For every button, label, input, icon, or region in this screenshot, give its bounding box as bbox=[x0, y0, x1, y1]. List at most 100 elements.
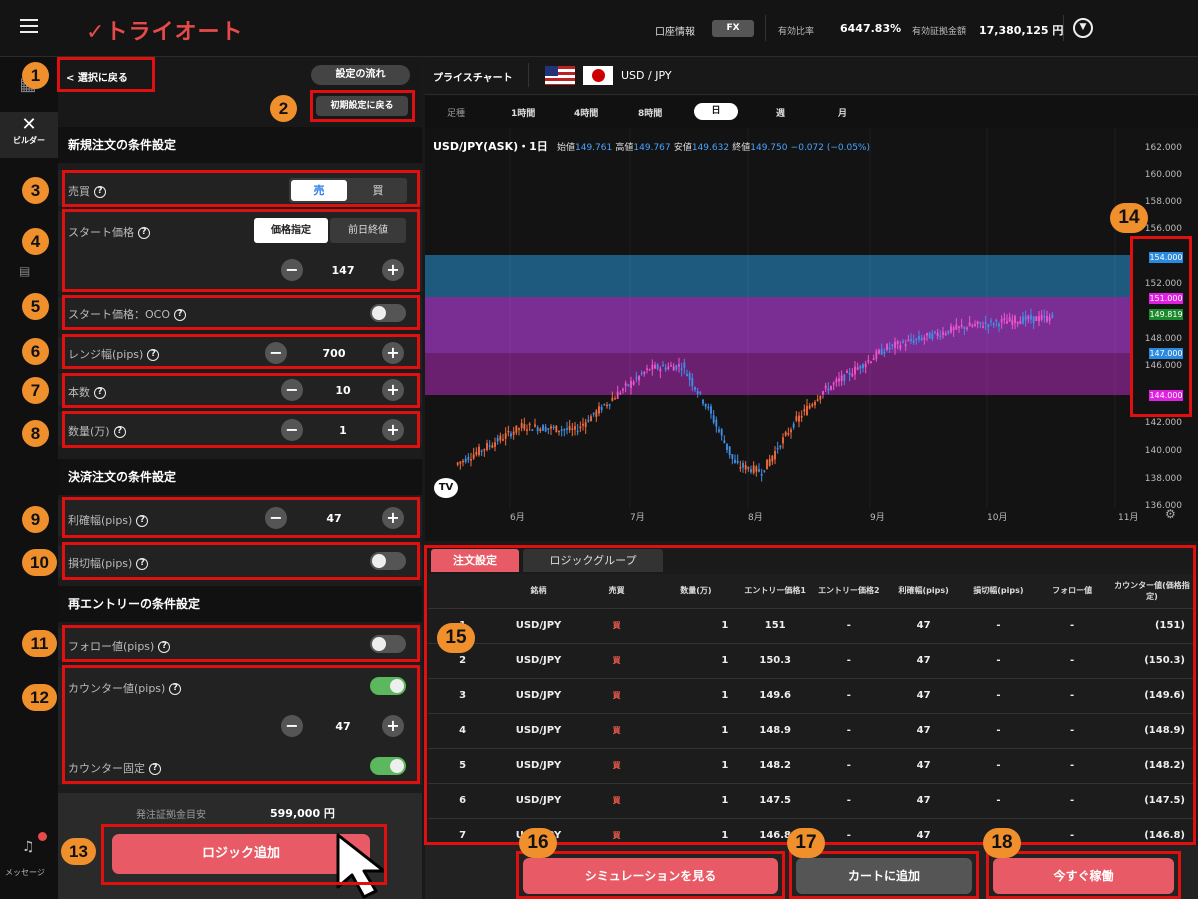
table-cell: 買 bbox=[579, 783, 654, 819]
candle-body bbox=[638, 375, 640, 381]
add-logic-button[interactable]: ロジック追加 bbox=[112, 834, 370, 874]
margin-ratio-value: 6447.83% bbox=[840, 22, 902, 35]
plus-button[interactable]: + bbox=[382, 507, 404, 529]
oco-toggle[interactable] bbox=[370, 304, 406, 322]
range-label: レンジ幅(pips)? bbox=[68, 346, 160, 362]
timeframe-day[interactable]: 日 bbox=[694, 103, 738, 120]
candle-body bbox=[971, 325, 974, 327]
table-row[interactable]: 3 USD/JPY 買 1 149.6-47- - (149.6) bbox=[428, 678, 1195, 714]
tab-logic-group[interactable]: ロジックグループ bbox=[523, 549, 663, 572]
minus-button[interactable]: − bbox=[265, 507, 287, 529]
price-spec-option[interactable]: 価格指定 bbox=[254, 218, 328, 243]
sell-option[interactable]: 売 bbox=[291, 180, 347, 201]
minus-button[interactable]: − bbox=[281, 259, 303, 281]
candle-body bbox=[774, 450, 776, 460]
help-icon[interactable]: ? bbox=[94, 387, 106, 399]
hamburger-menu-icon[interactable] bbox=[20, 19, 38, 35]
effective-margin-label: 有効証拠金額 bbox=[912, 27, 967, 37]
plus-button[interactable]: + bbox=[382, 342, 404, 364]
table-row[interactable]: 6 USD/JPY 買 1 147.5-47- - (147.5) bbox=[428, 783, 1195, 819]
step-badge: 15 bbox=[437, 623, 475, 653]
timeframe-month[interactable]: 月 bbox=[838, 106, 847, 119]
reset-defaults-button[interactable]: 初期設定に戻る bbox=[316, 96, 408, 116]
step-badge: 8 bbox=[22, 420, 49, 447]
table-row[interactable]: 2 USD/JPY 買 1 150.3-47- - (150.3) bbox=[428, 643, 1195, 679]
help-icon[interactable]: ? bbox=[136, 558, 149, 570]
candle-body bbox=[838, 378, 840, 382]
timeframe-1h[interactable]: 1時間 bbox=[511, 106, 535, 119]
price-tag-current: 149.819 bbox=[1149, 309, 1183, 320]
settings-gear-icon[interactable]: ⚙ bbox=[1165, 507, 1176, 521]
divider bbox=[1063, 15, 1064, 41]
candle-body bbox=[459, 461, 462, 464]
add-to-cart-button[interactable]: カートに追加 bbox=[796, 858, 972, 894]
step-badge: 1 bbox=[22, 62, 49, 89]
minus-button[interactable]: − bbox=[281, 419, 303, 441]
help-icon[interactable]: ? bbox=[94, 186, 106, 198]
timeframe-4h[interactable]: 4時間 bbox=[574, 106, 598, 119]
counter-fixed-toggle[interactable] bbox=[370, 757, 406, 775]
candle-body bbox=[848, 372, 851, 375]
run-now-button[interactable]: 今すぐ稼働 bbox=[993, 858, 1174, 894]
help-icon[interactable]: ? bbox=[149, 763, 161, 775]
help-icon[interactable]: ? bbox=[174, 309, 186, 321]
candle-body bbox=[1024, 315, 1027, 321]
plus-button[interactable]: + bbox=[382, 379, 404, 401]
candle-body bbox=[1006, 321, 1008, 324]
x-tick: 7月 bbox=[630, 513, 645, 523]
counter-value[interactable]: 47 bbox=[313, 720, 373, 733]
simulate-button[interactable]: シミュレーションを見る bbox=[523, 858, 778, 894]
range-value[interactable]: 700 bbox=[304, 347, 364, 360]
sidebar-item-list[interactable]: ▤ bbox=[19, 264, 30, 278]
help-icon[interactable]: ? bbox=[147, 349, 160, 361]
loss-toggle[interactable] bbox=[370, 552, 406, 570]
settings-flow-button[interactable]: 設定の流れ bbox=[311, 65, 410, 85]
profit-value[interactable]: 47 bbox=[304, 512, 364, 525]
minus-button[interactable]: − bbox=[281, 715, 303, 737]
plus-button[interactable]: + bbox=[382, 259, 404, 281]
prev-close-option[interactable]: 前日終値 bbox=[330, 218, 406, 243]
count-value[interactable]: 10 bbox=[313, 384, 373, 397]
candle-body bbox=[467, 457, 470, 460]
col-header-counter: カウンター値(価格指定) bbox=[1108, 574, 1195, 609]
tab-order-settings[interactable]: 注文設定 bbox=[431, 549, 519, 572]
plus-button[interactable]: + bbox=[382, 715, 404, 737]
x-tick: 6月 bbox=[510, 513, 525, 523]
counter-toggle[interactable] bbox=[370, 677, 406, 695]
plus-button[interactable]: + bbox=[382, 419, 404, 441]
col-header-entry1: エントリー価格1 bbox=[738, 574, 813, 609]
table-row[interactable]: 5 USD/JPY 買 1 148.2-47- - (148.2) bbox=[428, 748, 1195, 784]
help-icon[interactable]: ? bbox=[113, 426, 126, 438]
candle-body bbox=[534, 424, 536, 427]
dropdown-chevron-icon[interactable]: ▼ bbox=[1073, 18, 1093, 38]
candle-body bbox=[632, 381, 635, 385]
help-icon[interactable]: ? bbox=[169, 683, 182, 695]
buy-option[interactable]: 買 bbox=[351, 180, 405, 201]
follow-toggle[interactable] bbox=[370, 635, 406, 653]
table-cell: 148.9 bbox=[738, 713, 813, 749]
back-button[interactable]: < 選択に戻る bbox=[66, 69, 128, 84]
timeframe-week[interactable]: 週 bbox=[776, 106, 785, 119]
currency-pair[interactable]: USD / JPY bbox=[621, 69, 672, 82]
table-body: 1USD/JPY買1151-47--(151)2USD/JPY買1150.3-4… bbox=[428, 608, 1195, 842]
minus-button[interactable]: − bbox=[281, 379, 303, 401]
help-icon[interactable]: ? bbox=[138, 227, 150, 239]
timeframe-8h[interactable]: 8時間 bbox=[638, 106, 662, 119]
account-info-label[interactable]: 口座情報 bbox=[655, 23, 695, 38]
minus-button[interactable]: − bbox=[265, 342, 287, 364]
candle-body bbox=[502, 439, 504, 441]
candle-body bbox=[776, 447, 779, 450]
start-price-value[interactable]: 147 bbox=[313, 264, 373, 277]
price-chart-tab[interactable]: プライスチャート bbox=[433, 69, 513, 84]
sidebar-item-label[interactable]: メッセージ bbox=[5, 867, 45, 878]
sidebar-item-builder[interactable]: ✕ ビルダー bbox=[0, 112, 58, 158]
qty-value[interactable]: 1 bbox=[313, 424, 373, 437]
candle-body bbox=[680, 368, 683, 371]
table-row[interactable]: 1USD/JPY買1151-47--(151) bbox=[428, 608, 1195, 644]
candle-body bbox=[664, 367, 667, 370]
help-icon[interactable]: ? bbox=[158, 641, 171, 653]
table-row[interactable]: 4 USD/JPY 買 1 148.9-47- - (148.9) bbox=[428, 713, 1195, 749]
help-icon[interactable]: ? bbox=[136, 515, 149, 527]
candle-body bbox=[648, 369, 651, 371]
bell-icon[interactable]: ♫ bbox=[22, 839, 35, 855]
